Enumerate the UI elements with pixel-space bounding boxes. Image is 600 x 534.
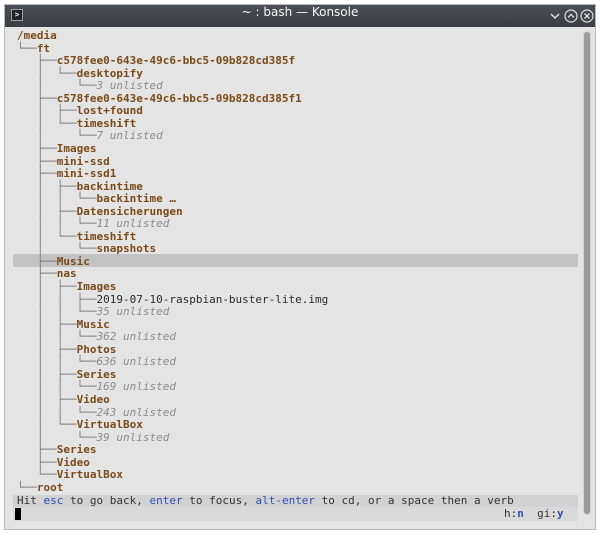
unlisted-count: 11 unlisted [96,217,170,231]
tree-guide: │ └── [17,430,97,444]
tree-guide: │ ├── [17,104,77,118]
directory-name: Video [56,455,90,469]
maximize-icon[interactable] [563,8,579,24]
tree-guide: ├── [17,443,57,457]
directory-name: Music [76,317,110,331]
scrollbar-thumb[interactable] [584,32,590,514]
tree-guide: │ ├── [17,317,77,331]
unlisted-count: 39 unlisted [96,430,170,444]
directory-name: Photos [76,342,117,356]
tree-guide: │ │ └── [17,380,97,394]
chevron-down-icon[interactable] [547,8,563,24]
directory-name: c578fee0-643e-49c6-bbc5-09b828cd385f [56,54,296,68]
tree-guide: │ └── [17,418,77,432]
directory-name: VirtualBox [56,468,123,482]
mode-indicators: h:n gi:y [504,507,564,520]
tree-guide: │ ├── [17,392,77,406]
tree-guide: │ └── [17,242,97,256]
tree-guide: │ │ └── [17,192,97,206]
directory-name: Video [76,392,110,406]
tree-guide: │ ├── [17,280,77,293]
tree-guide: │ └── [17,79,97,93]
directory-name: mini-ssd1 [56,167,117,181]
directory-name: timeshift [76,116,137,130]
directory-name: nas [56,267,77,281]
directory-name: snapshots [96,242,157,256]
tree-guide: └── [17,480,37,494]
tree-guide: │ │ └── [17,217,97,231]
unlisted-count: 169 unlisted [96,380,176,394]
directory-name: Datensicherungen [76,204,183,218]
window-title: ~ : bash — Konsole [241,5,359,19]
tree-guide: ├── [17,167,57,181]
tree-guide: │ │ └── [17,305,97,319]
directory-name: lost+found [76,104,143,118]
directory-name: timeshift [76,229,137,243]
tree-guide: ├── [17,141,57,155]
tree-guide: │ │ ├── [17,292,97,306]
unlisted-count: 3 unlisted [96,79,163,93]
tree-guide: │ │ └── [17,355,97,369]
directory-name: Series [56,443,97,457]
tree-guide: └── [17,41,37,55]
tree-guide: │ └── [17,229,77,243]
directory-name: Images [76,280,117,293]
tree-guide: │ └── [17,66,77,80]
directory-name: backintime [76,179,143,193]
status-hint: Hit esc to go back, enter to focus, alt-… [17,494,514,507]
tree-guide: ├── [17,54,57,68]
tree-guide: │ └── [17,116,77,130]
tree-guide: ├── [17,267,57,281]
directory-name: root [36,480,64,494]
key-esc: esc [43,494,64,507]
file-name: 2019-07-10-raspbian-buster-lite.img [96,292,329,306]
unlisted-count: 636 unlisted [96,355,176,369]
tree-guide: └── [17,468,57,482]
tree-guide: ├── [17,154,57,168]
title-bar[interactable]: > ~ : bash — Konsole [5,5,595,27]
konsole-window: > ~ : bash — Konsole /media └──ft ├──c578… [4,4,596,530]
scrollbar[interactable] [583,31,591,515]
tree-guide: │ ├── [17,342,77,356]
tree-guide: │ └── [17,129,97,143]
tree-guide: ├── [17,254,57,268]
unlisted-count: 35 unlisted [96,305,170,319]
tree-row[interactable]: └──root [17,480,64,495]
tree-guide: ├── [17,455,57,469]
directory-name: mini-ssd [56,154,110,168]
directory-name: /media [17,29,57,42]
tree-guide: │ │ └── [17,405,97,419]
tree-guide: │ ├── [17,204,77,218]
key-enter: enter [149,494,183,507]
input-line[interactable] [13,507,578,521]
directory-name: VirtualBox [76,418,143,432]
directory-name: backintime … [96,192,176,206]
unlisted-count: 362 unlisted [96,330,176,344]
text-cursor [15,508,21,520]
tree-guide: ├── [17,91,57,105]
directory-name: c578fee0-643e-49c6-bbc5-09b828cd385f1 [56,91,302,105]
tree-guide: │ ├── [17,179,77,193]
tree-guide: │ ├── [17,367,77,381]
directory-name: Music [56,254,90,268]
directory-name: Series [76,367,117,381]
terminal-area[interactable]: /media └──ft ├──c578fee0-643e-49c6-bbc5-0… [5,27,595,529]
tree-guide: │ │ └── [17,330,97,344]
key-alt-enter: alt-enter [255,494,316,507]
close-icon[interactable] [579,8,595,24]
unlisted-count: 7 unlisted [96,129,163,143]
unlisted-count: 243 unlisted [96,405,176,419]
directory-name: Images [56,141,97,155]
directory-name: desktopify [76,66,143,80]
directory-name: ft [36,41,51,55]
